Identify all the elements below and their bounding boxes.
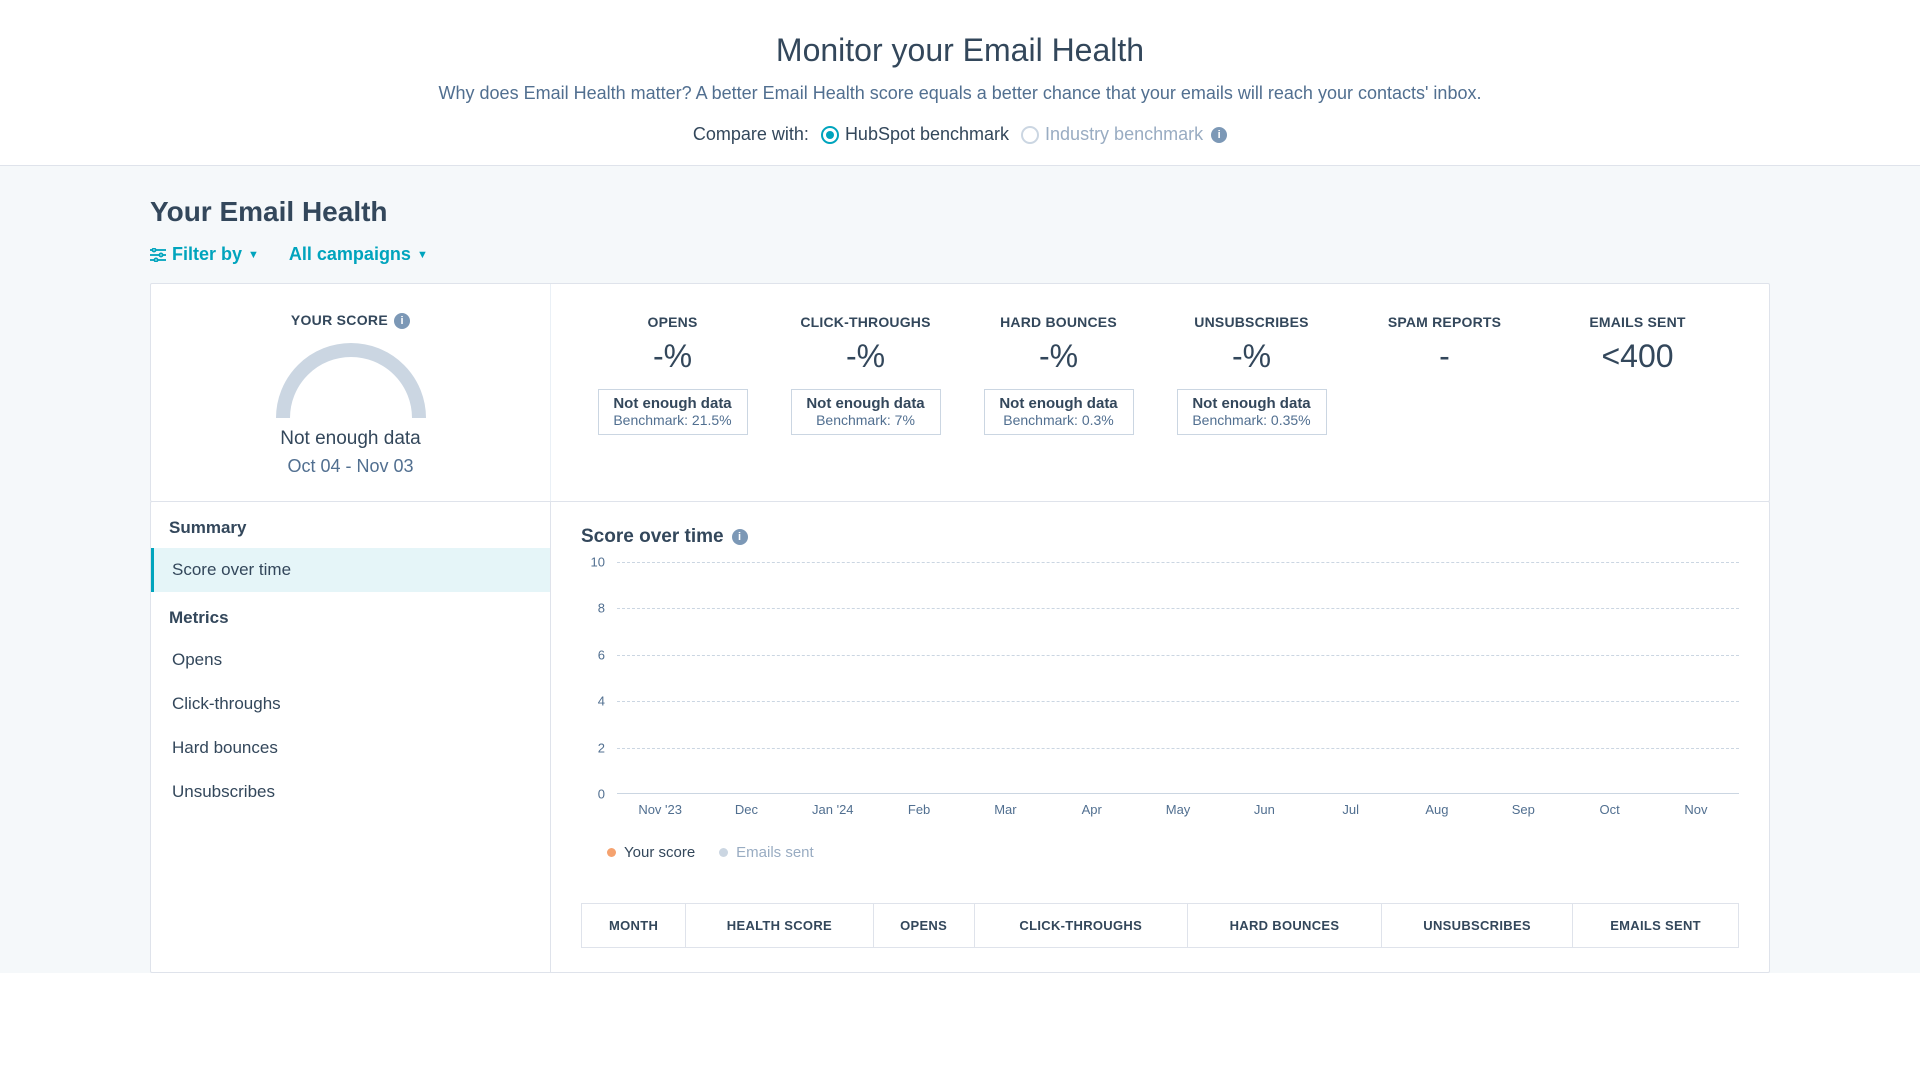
sidebar-nav: Summary Score over time Metrics OpensCli… — [151, 502, 551, 972]
stat-label: OPENS — [581, 314, 764, 330]
table-header: HARD BOUNCES — [1187, 904, 1381, 948]
x-tick: Jan '24 — [790, 802, 876, 817]
stat-value: -% — [774, 338, 957, 375]
stat-value: -% — [1160, 338, 1343, 375]
stat-label: UNSUBSCRIBES — [1160, 314, 1343, 330]
stat-unsubscribes: UNSUBSCRIBES -% Not enough dataBenchmark: … — [1160, 314, 1343, 471]
y-tick: 0 — [598, 787, 605, 802]
x-tick: Nov '23 — [617, 802, 703, 817]
stat-value: - — [1353, 338, 1536, 375]
x-tick: Nov — [1653, 802, 1739, 817]
header-section: Monitor your Email Health Why does Email… — [0, 0, 1920, 166]
radio-selected-icon — [821, 126, 839, 144]
x-tick: Dec — [703, 802, 789, 817]
table-header: EMAILS SENT — [1573, 904, 1739, 948]
stat-value: <400 — [1546, 338, 1729, 375]
nav-item-unsubscribes[interactable]: Unsubscribes — [151, 770, 550, 814]
stat-opens: OPENS -% Not enough dataBenchmark: 21.5% — [581, 314, 764, 471]
your-score-panel: YOUR SCORE i Not enough data Oct 04 - No… — [151, 284, 551, 501]
benchmark-box: Not enough dataBenchmark: 0.3% — [984, 389, 1134, 435]
your-score-label: YOUR SCORE i — [171, 312, 530, 330]
table-header: MONTH — [582, 904, 686, 948]
legend-emails-sent: Emails sent — [719, 844, 814, 861]
y-tick: 6 — [598, 647, 605, 662]
x-tick: Sep — [1480, 802, 1566, 817]
chart-legend: Your score Emails sent — [581, 844, 1739, 861]
y-tick: 2 — [598, 740, 605, 755]
compare-with-row: Compare with: HubSpot benchmark Industry… — [0, 124, 1920, 145]
benchmark-box: Not enough dataBenchmark: 21.5% — [598, 389, 748, 435]
nav-item-hard-bounces[interactable]: Hard bounces — [151, 726, 550, 770]
stat-hard-bounces: HARD BOUNCES -% Not enough dataBenchmark: … — [967, 314, 1150, 471]
x-tick: Jun — [1221, 802, 1307, 817]
x-tick: Oct — [1566, 802, 1652, 817]
stat-spam-reports: SPAM REPORTS - — [1353, 314, 1536, 471]
x-tick: Feb — [876, 802, 962, 817]
stat-value: -% — [581, 338, 764, 375]
table-header: UNSUBSCRIBES — [1382, 904, 1573, 948]
chart-title: Score over time i — [581, 526, 1739, 548]
y-tick: 10 — [591, 555, 605, 570]
chart-area: 1086420 Nov '23DecJan '24FebMarAprMayJun… — [581, 562, 1739, 832]
stat-label: CLICK-THROUGHS — [774, 314, 957, 330]
nav-item-opens[interactable]: Opens — [151, 638, 550, 682]
score-card: YOUR SCORE i Not enough data Oct 04 - No… — [150, 283, 1770, 502]
radio-hubspot-benchmark[interactable]: HubSpot benchmark — [821, 124, 1009, 145]
all-campaigns-button[interactable]: All campaigns ▼ — [289, 244, 428, 265]
gauge-icon — [171, 338, 530, 418]
page-title: Monitor your Email Health — [0, 32, 1920, 69]
radio-hubspot-label: HubSpot benchmark — [845, 124, 1009, 145]
x-tick: Mar — [962, 802, 1048, 817]
chart-panel: Score over time i 10 8 6 4 2 0 Nov '23DecJan … — [551, 502, 1769, 972]
filter-by-button[interactable]: Filter by ▼ — [150, 244, 259, 265]
x-tick: Apr — [1049, 802, 1135, 817]
stat-click-throughs: CLICK-THROUGHS -% Not enough dataBenchmark… — [774, 314, 957, 471]
stat-value: -% — [967, 338, 1150, 375]
filter-by-label: Filter by — [172, 244, 242, 265]
details-card: Summary Score over time Metrics OpensCli… — [150, 501, 1770, 973]
compare-label: Compare with: — [693, 124, 809, 145]
y-tick: 8 — [598, 601, 605, 616]
body-section: Your Email Health Filter by ▼ All campai… — [0, 166, 1920, 973]
stat-label: HARD BOUNCES — [967, 314, 1150, 330]
table-header: HEALTH SCORE — [686, 904, 873, 948]
y-tick: 4 — [598, 694, 605, 709]
nav-item-click-throughs[interactable]: Click-throughs — [151, 682, 550, 726]
benchmark-box: Not enough dataBenchmark: 7% — [791, 389, 941, 435]
chevron-down-icon: ▼ — [417, 249, 428, 261]
radio-unselected-icon — [1021, 126, 1039, 144]
page-subtitle: Why does Email Health matter? A better E… — [0, 83, 1920, 104]
table-header: OPENS — [873, 904, 974, 948]
section-title: Your Email Health — [150, 196, 1770, 228]
stat-label: EMAILS SENT — [1546, 314, 1729, 330]
benchmark-box: Not enough dataBenchmark: 0.35% — [1177, 389, 1327, 435]
nav-group-metrics: Metrics — [151, 592, 550, 638]
legend-your-score: Your score — [607, 844, 695, 861]
x-tick: Aug — [1394, 802, 1480, 817]
radio-industry-label: Industry benchmark — [1045, 124, 1203, 145]
filter-icon — [150, 248, 166, 262]
all-campaigns-label: All campaigns — [289, 244, 411, 265]
x-tick: May — [1135, 802, 1221, 817]
radio-industry-benchmark[interactable]: Industry benchmark i — [1021, 124, 1227, 145]
score-status: Not enough data — [171, 428, 530, 450]
x-tick: Jul — [1308, 802, 1394, 817]
info-icon[interactable]: i — [394, 313, 410, 329]
info-icon[interactable]: i — [732, 529, 748, 545]
data-table: MONTHHEALTH SCOREOPENSCLICK-THROUGHSHARD… — [581, 903, 1739, 948]
stats-row: OPENS -% Not enough dataBenchmark: 21.5% CL… — [551, 284, 1769, 501]
score-date-range: Oct 04 - Nov 03 — [171, 456, 530, 477]
table-header: CLICK-THROUGHS — [974, 904, 1187, 948]
info-icon[interactable]: i — [1211, 127, 1227, 143]
stat-label: SPAM REPORTS — [1353, 314, 1536, 330]
nav-item-score-over-time[interactable]: Score over time — [151, 548, 550, 592]
filter-row: Filter by ▼ All campaigns ▼ — [150, 244, 1770, 265]
chevron-down-icon: ▼ — [248, 249, 259, 261]
nav-group-summary: Summary — [151, 502, 550, 548]
stat-emails-sent: EMAILS SENT <400 — [1546, 314, 1729, 471]
